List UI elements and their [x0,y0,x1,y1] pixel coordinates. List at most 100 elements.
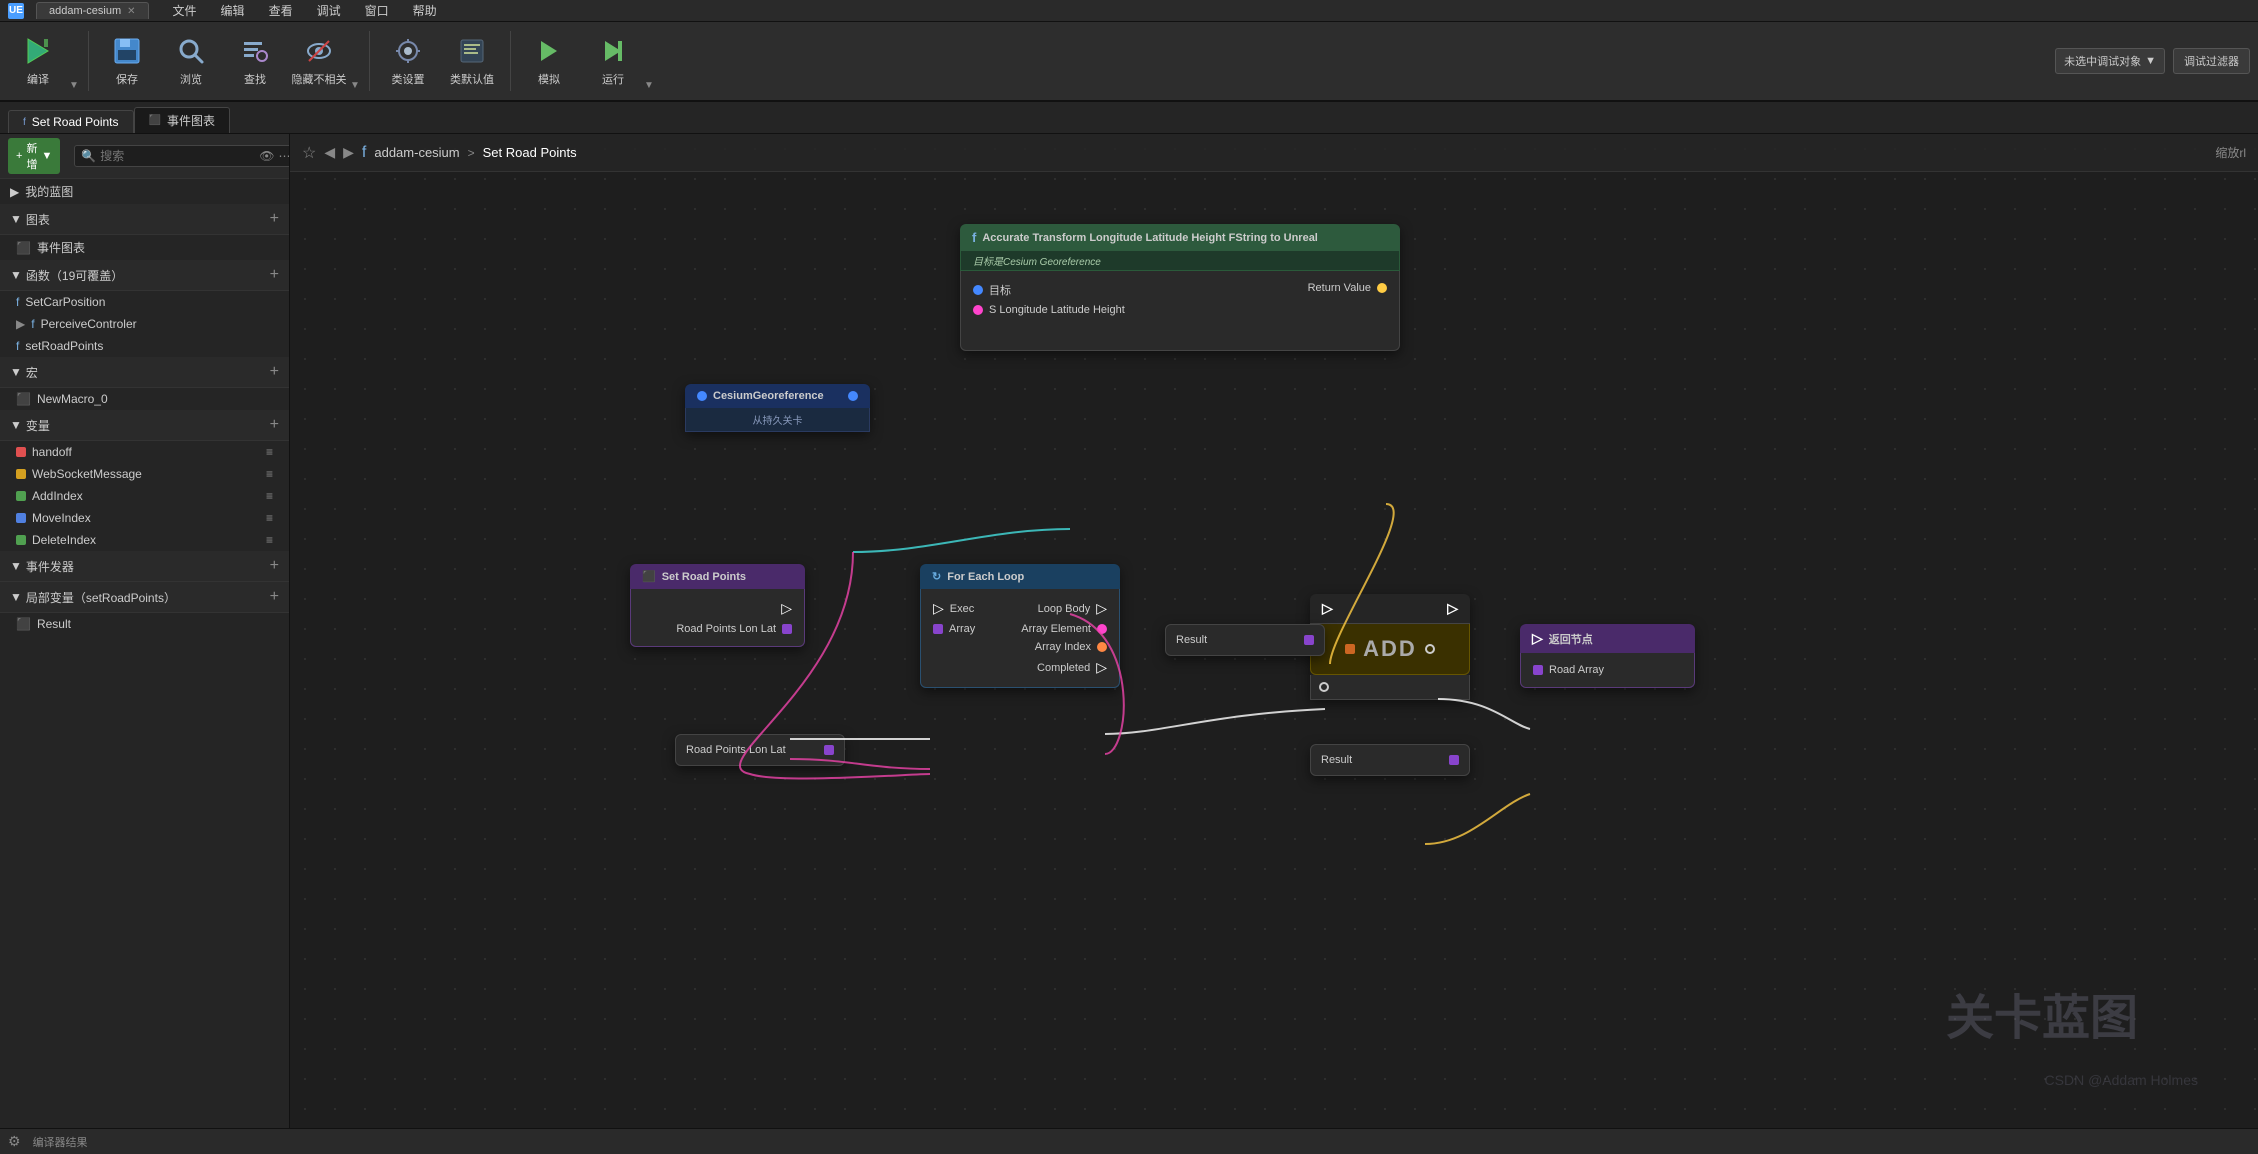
graph-area[interactable]: ☆ ◀ ▶ f addam-cesium > Set Road Points 缩… [290,134,2258,1128]
search-input[interactable] [100,149,255,163]
section-localvars-add-button[interactable]: + [270,588,279,606]
my-blueprints-section[interactable]: ▶ 我的蓝图 [0,179,289,204]
pin-result-1[interactable]: Result [1176,631,1314,649]
pin-exec-out-srp[interactable]: ▷ [643,597,792,620]
pin-add-extra[interactable] [1319,679,1461,695]
my-blueprints-header: + 新增 ▼ 🔍 👁 ⋯ [0,134,289,179]
sidebar-item-result[interactable]: ⬛ Result [0,613,289,635]
menu-window[interactable]: 窗口 [361,0,393,21]
back-arrow-icon[interactable]: ◀ [324,144,335,161]
node-cesium-georeference[interactable]: CesiumGeoreference 从持久关卡 [685,384,870,432]
add-text: ADD [1363,636,1417,662]
menu-help[interactable]: 帮助 [409,0,441,21]
tab-set-road-points[interactable]: f Set Road Points [8,110,134,133]
search-more-icon[interactable]: ⋯ [279,149,290,163]
menu-file[interactable]: 文件 [169,0,201,21]
sidebar-item-handoff[interactable]: handoff ≡ [0,441,289,463]
run-dropdown[interactable]: ▼ [643,27,655,95]
find-button[interactable]: 查找 [225,27,285,95]
section-graphs[interactable]: ▼ 图表 + [0,204,289,235]
class-defaults-button[interactable]: 类默认值 [442,27,502,95]
pin-return-label: Return Value [1308,282,1371,294]
node-add[interactable]: ▷ ▷ ADD [1310,594,1470,700]
section-macros-add-button[interactable]: + [270,363,279,381]
sidebar-item-setcarposition[interactable]: f SetCarPosition [0,291,289,313]
sidebar-item-websocketmessage[interactable]: WebSocketMessage ≡ [0,463,289,485]
breadcrumb-project: addam-cesium [374,145,459,160]
pin-return-value[interactable]: Return Value [1308,279,1387,297]
class-settings-button[interactable]: 类设置 [378,27,438,95]
compile-button[interactable]: 编译 [8,27,68,95]
func-icon-perceive: f [31,317,34,331]
menu-debug[interactable]: 调试 [313,0,345,21]
pin-loop-body[interactable]: Loop Body ▷ [1021,597,1107,620]
pin-target[interactable]: 目标 [973,279,1125,301]
section-functions-add-button[interactable]: + [270,266,279,284]
expand-icon-websocket[interactable]: ≡ [266,467,273,481]
pin-road-points-lon-lat[interactable]: Road Points Lon Lat [643,620,792,638]
function-icon: f [362,144,366,162]
expand-icon-deleteindex[interactable]: ≡ [266,533,273,547]
save-button[interactable]: 保存 [97,27,157,95]
sep-1 [88,31,89,91]
new-label: 新增 [26,140,37,172]
sidebar-item-event-graph[interactable]: ⬛ 事件图表 [0,235,289,260]
section-variables-add-button[interactable]: + [270,416,279,434]
node-accurate-transform[interactable]: f Accurate Transform Longitude Latitude … [960,224,1400,351]
run-button[interactable]: 运行 [583,27,643,95]
node-result-1[interactable]: Result [1165,624,1325,656]
hide-dropdown[interactable]: ▼ [349,27,361,95]
compile-dropdown[interactable]: ▼ [68,27,80,95]
pin-road-array[interactable]: Road Array [1533,661,1682,679]
status-bar: ⚙ 编译器结果 [0,1128,2258,1154]
pin-array-in[interactable]: Array [933,620,975,638]
browse-button[interactable]: 浏览 [161,27,221,95]
pin-s-longitude[interactable]: S Longitude Latitude Height [973,301,1125,319]
new-button[interactable]: + 新增 ▼ [8,138,60,174]
expand-icon-addindex[interactable]: ≡ [266,489,273,503]
app-tab[interactable]: addam-cesium ✕ [36,2,149,19]
sidebar-item-setroadpoints[interactable]: f setRoadPoints [0,335,289,357]
section-events-add-button[interactable]: + [270,557,279,575]
pin-array-index[interactable]: Array Index [1021,638,1107,656]
sidebar-item-moveindex[interactable]: MoveIndex ≡ [0,507,289,529]
grid-icon-srp: ⬛ [642,570,656,583]
search-options-icon[interactable]: 👁 [259,149,274,163]
node-return[interactable]: ▷ 返回节点 Road Array [1520,624,1695,688]
section-event-dispatchers[interactable]: ▼ 事件发器 + [0,551,289,582]
menu-edit[interactable]: 编辑 [217,0,249,21]
tab-close-icon[interactable]: ✕ [127,6,135,17]
pin-road-points-ll[interactable]: Road Points Lon Lat [686,741,834,759]
menu-view[interactable]: 查看 [265,0,297,21]
tab-label-event-graph: 事件图表 [167,112,215,129]
sidebar-item-perceivecontroler[interactable]: ▶ f PerceiveControler [0,313,289,335]
debug-filter-button[interactable]: 调试过滤器 [2173,48,2250,74]
section-macros[interactable]: ▼ 宏 + [0,357,289,388]
pin-completed[interactable]: Completed ▷ [1021,656,1107,679]
forward-arrow-icon[interactable]: ▶ [343,144,354,161]
sidebar-item-deleteindex[interactable]: DeleteIndex ≡ [0,529,289,551]
debug-target-select[interactable]: 未选中调试对象 ▼ [2055,48,2165,74]
pin-exec-in-fel[interactable]: ▷ Exec [933,597,975,620]
node-road-points-lon-lat[interactable]: Road Points Lon Lat [675,734,845,766]
node-for-each-loop[interactable]: ↻ For Each Loop ▷ Exec Array Loop B [920,564,1120,688]
node-result-2[interactable]: Result [1310,744,1470,776]
section-variables[interactable]: ▼ 变量 + [0,410,289,441]
expand-icon-handoff[interactable]: ≡ [266,445,273,459]
pin-result-2[interactable]: Result [1321,751,1459,769]
node-set-road-points[interactable]: ⬛ Set Road Points ▷ Road Points Lon Lat [630,564,805,647]
expand-icon-moveindex[interactable]: ≡ [266,511,273,525]
section-functions[interactable]: ▼ 函数（19可覆盖） + [0,260,289,291]
tab-event-graph[interactable]: ⬛ 事件图表 [134,107,230,133]
simulate-button[interactable]: 模拟 [519,27,579,95]
section-events-label: 事件发器 [26,558,74,575]
section-local-vars[interactable]: ▼ 局部变量（setRoadPoints） + [0,582,289,613]
hide-unrelated-button[interactable]: 隐藏不相关 [289,27,349,95]
sidebar-item-newmacro[interactable]: ⬛ NewMacro_0 [0,388,289,410]
section-graphs-add-button[interactable]: + [270,210,279,228]
favorite-icon[interactable]: ☆ [302,143,316,163]
section-localvars-collapse-icon: ▼ [10,590,22,604]
sidebar-item-addindex[interactable]: AddIndex ≡ [0,485,289,507]
pin-array-element[interactable]: Array Element [1021,620,1107,638]
chevron-right-icon: ▶ [10,185,19,199]
